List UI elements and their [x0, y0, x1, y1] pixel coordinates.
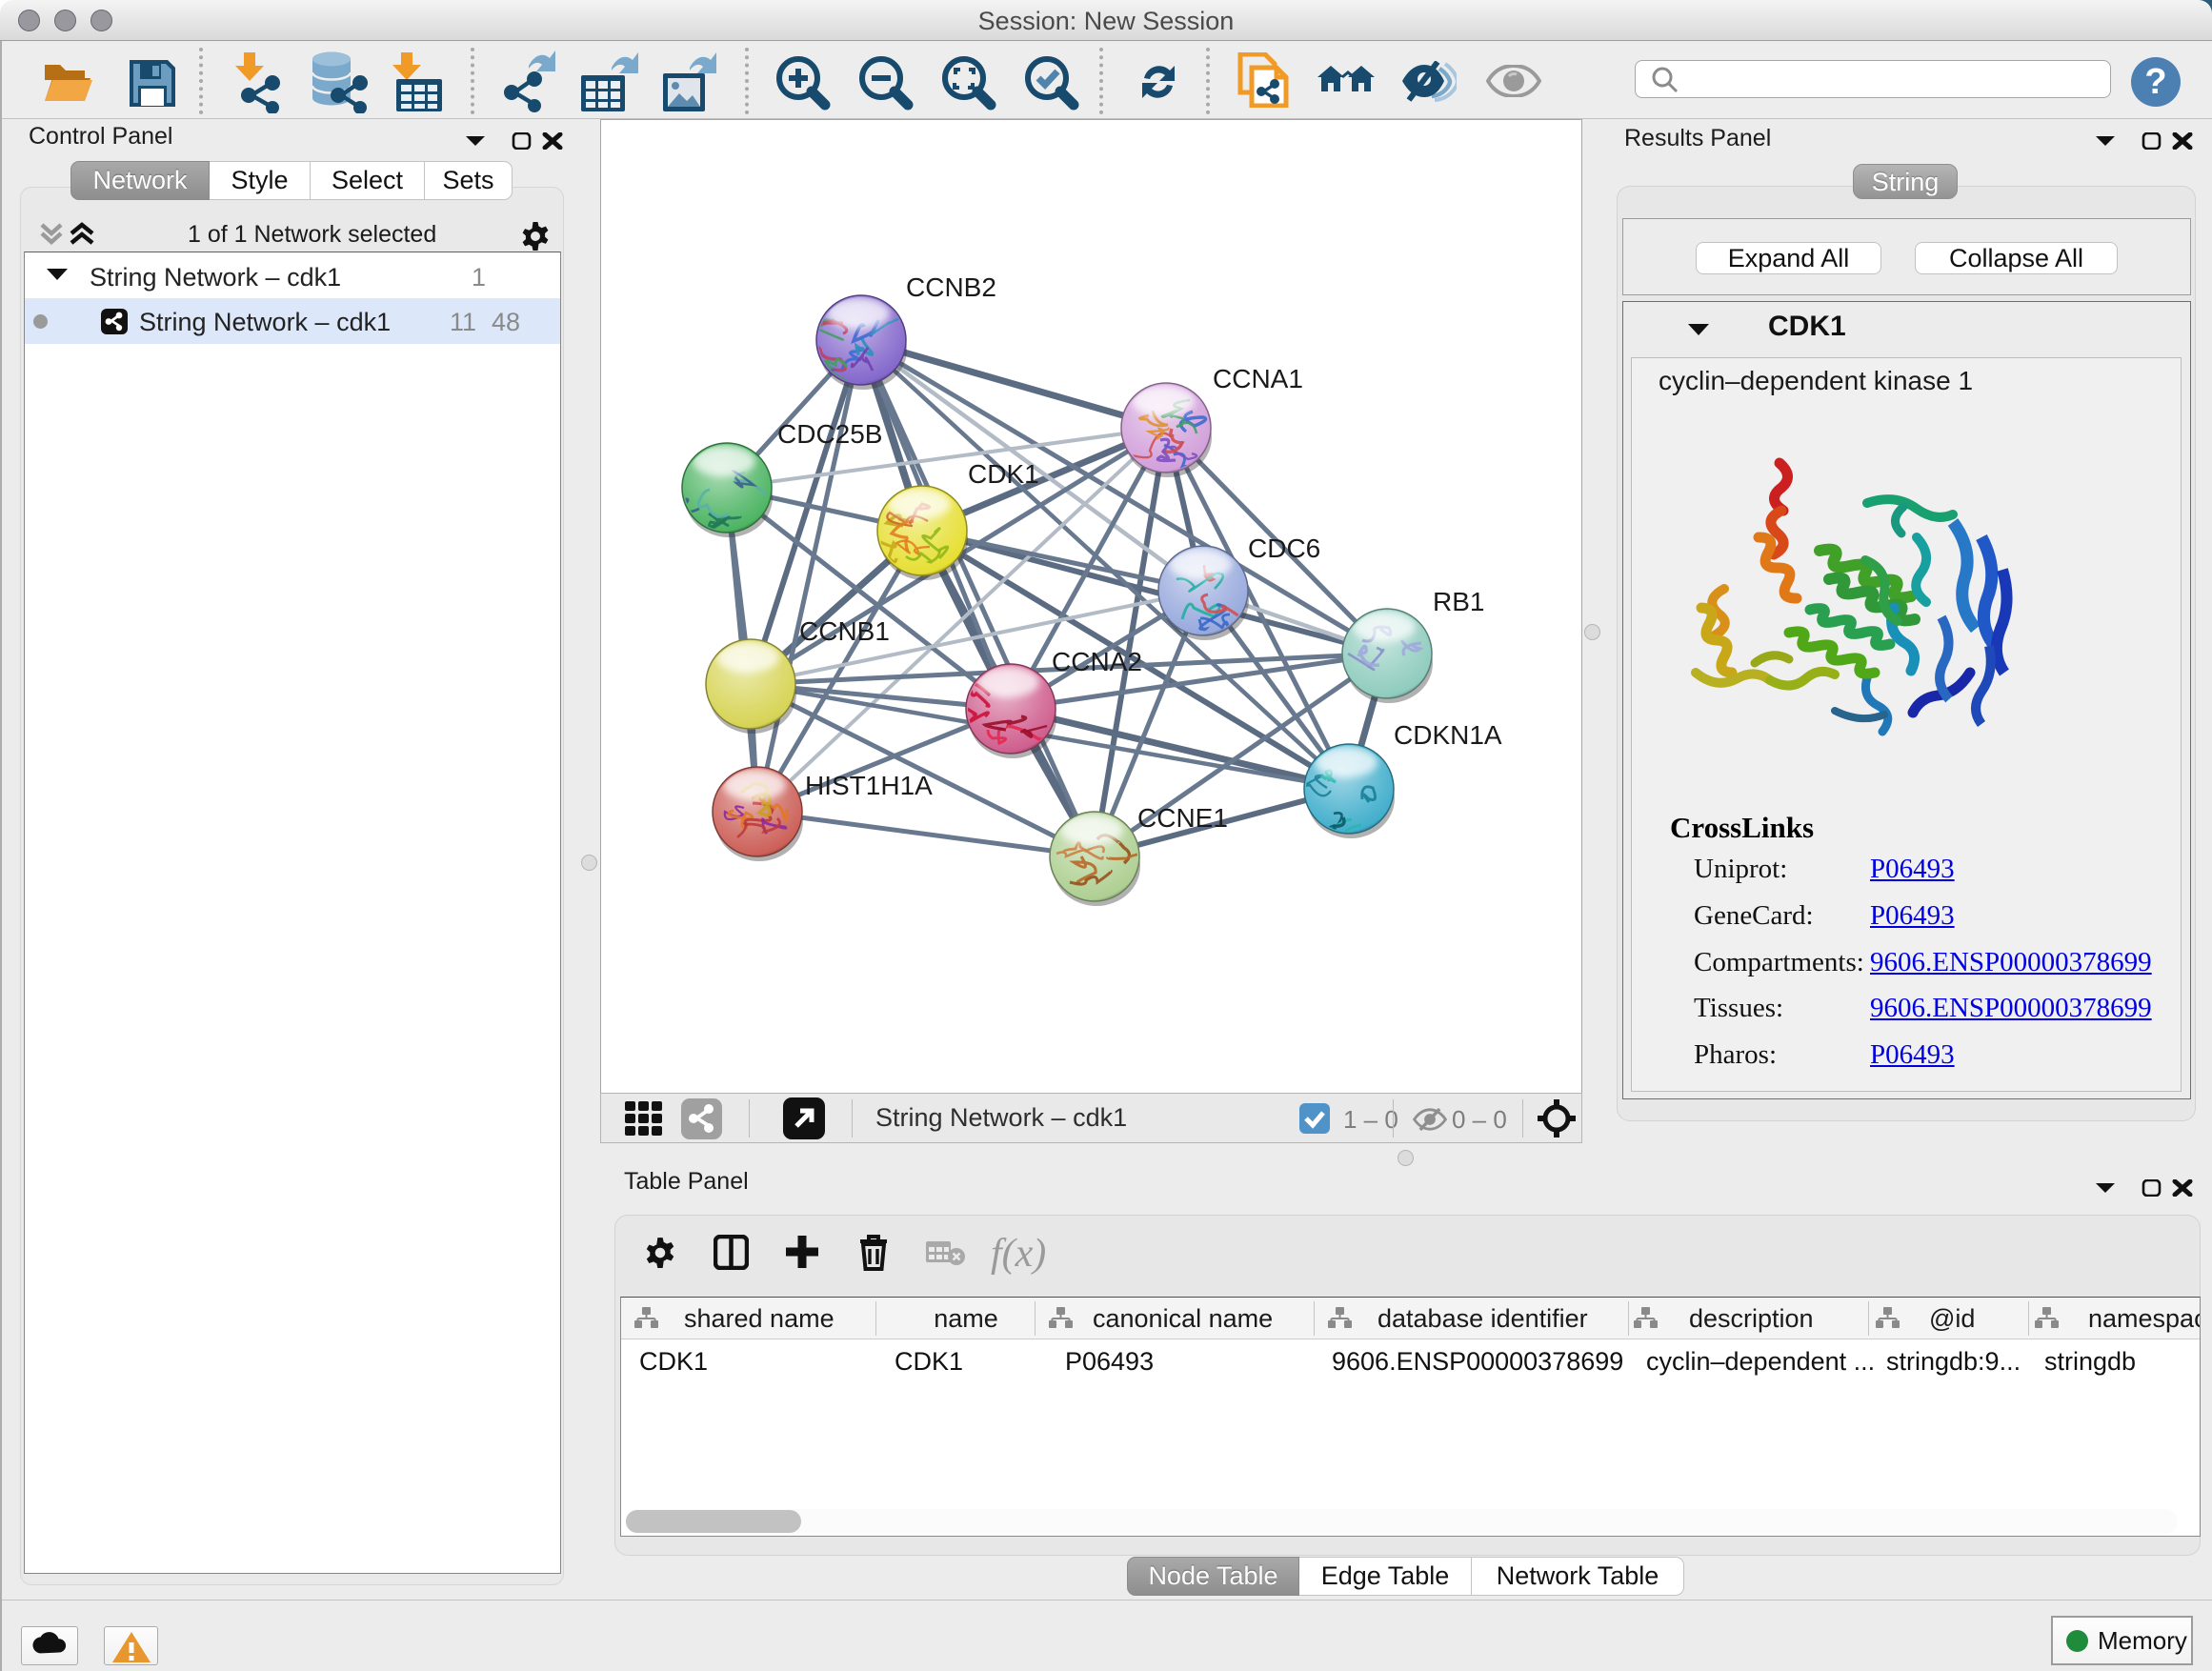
svg-text:HIST1H1A: HIST1H1A: [805, 771, 933, 800]
svg-text:RB1: RB1: [1433, 587, 1484, 616]
svg-text:CDC6: CDC6: [1248, 534, 1320, 563]
svg-text:CCNA1: CCNA1: [1213, 364, 1303, 393]
svg-text:CDKN1A: CDKN1A: [1394, 720, 1502, 750]
svg-text:CDC25B: CDC25B: [777, 419, 882, 449]
svg-text:CCNA2: CCNA2: [1052, 647, 1142, 676]
svg-text:CCNE1: CCNE1: [1137, 803, 1228, 833]
svg-text:CDK1: CDK1: [968, 459, 1039, 489]
svg-text:CCNB1: CCNB1: [799, 616, 890, 646]
svg-text:CCNB2: CCNB2: [906, 272, 996, 302]
